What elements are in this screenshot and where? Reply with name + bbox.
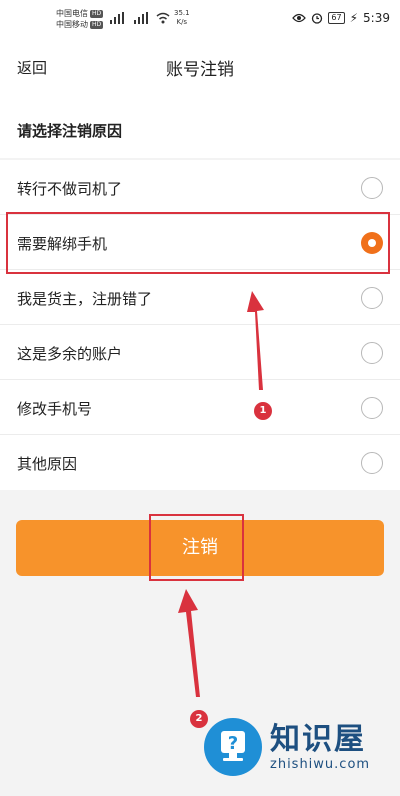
eye-icon xyxy=(292,13,307,23)
hd-badge: HD xyxy=(90,20,104,29)
reason-label: 修改手机号 xyxy=(17,400,93,418)
section-title: 请选择注销原因 xyxy=(17,122,123,140)
carrier-2: 中国移动 xyxy=(56,20,88,29)
step-badge-1: 1 xyxy=(254,402,272,420)
charging-icon: ⚡ xyxy=(349,11,359,25)
reason-label: 这是多余的账户 xyxy=(17,345,123,363)
reason-label: 转行不做司机了 xyxy=(17,180,123,198)
status-bar: 中国电信 HD 中国移动 HD 35.1 K/s 67 ⚡ 5:39 xyxy=(0,0,400,40)
radio-button[interactable] xyxy=(361,342,383,364)
signal-icon xyxy=(134,12,148,24)
reason-list: 转行不做司机了 需要解绑手机 我是货主，注册错了 这是多余的账户 修改手机号 其… xyxy=(0,160,400,490)
radio-button[interactable] xyxy=(361,287,383,309)
reason-item[interactable]: 我是货主，注册错了 xyxy=(0,270,400,325)
radio-button[interactable] xyxy=(361,397,383,419)
carrier-info: 中国电信 HD 中国移动 HD xyxy=(56,8,104,30)
status-right: 67 ⚡ 5:39 xyxy=(292,11,390,25)
section-header: 请选择注销原因 xyxy=(0,94,400,158)
watermark-subtitle: zhishiwu.com xyxy=(270,756,371,772)
watermark: ? 知识屋 zhishiwu.com xyxy=(204,718,370,776)
highlight-box-button xyxy=(149,514,244,581)
reason-label: 其他原因 xyxy=(17,455,78,473)
wifi-icon xyxy=(156,12,170,24)
network-speed: 35.1 K/s xyxy=(174,9,190,27)
reason-item[interactable]: 修改手机号 xyxy=(0,380,400,435)
watermark-title: 知识屋 xyxy=(270,721,366,757)
hd-badge: HD xyxy=(90,9,104,18)
carrier-1: 中国电信 xyxy=(56,9,88,18)
speed-unit: K/s xyxy=(176,18,188,26)
reason-item[interactable]: 其他原因 xyxy=(0,435,400,490)
battery-indicator: 67 xyxy=(328,12,345,24)
reason-label: 我是货主，注册错了 xyxy=(17,290,153,308)
radio-button[interactable] xyxy=(361,177,383,199)
clock: 5:39 xyxy=(363,11,390,25)
reason-item[interactable]: 这是多余的账户 xyxy=(0,325,400,380)
svg-text:?: ? xyxy=(228,733,238,754)
watermark-logo-icon: ? xyxy=(204,718,262,776)
reason-item[interactable]: 转行不做司机了 xyxy=(0,160,400,215)
arrow-icon xyxy=(178,589,200,697)
signal-icon xyxy=(110,12,124,24)
highlight-box-reason xyxy=(6,212,390,274)
alarm-icon xyxy=(312,13,323,24)
radio-button[interactable] xyxy=(361,452,383,474)
page-title: 账号注销 xyxy=(166,60,234,80)
nav-bar: 返回 账号注销 xyxy=(0,40,400,94)
speed-value: 35.1 xyxy=(174,9,190,17)
